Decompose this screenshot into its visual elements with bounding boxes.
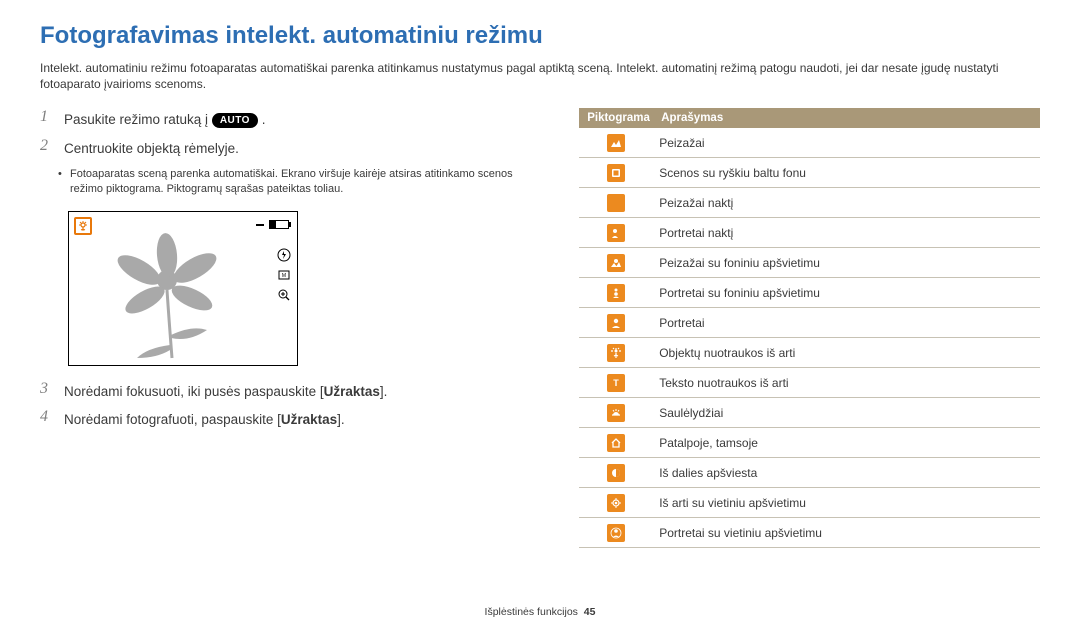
flower-illustration [97,230,247,360]
sunset-icon [607,404,625,422]
left-column: 1 Pasukite režimo ratuką į AUTO . 2 Cent… [40,108,539,548]
backlight-portrait-icon [607,284,625,302]
row-label: Iš arti su vietiniu apšvietimu [653,496,1040,510]
step3-bold: Užraktas [324,384,380,399]
night-land-icon [607,194,625,212]
step3-post: ]. [380,384,388,399]
text-icon: T [607,374,625,392]
camera-lcd-preview: M [68,211,298,366]
zoom-icon [277,288,291,302]
row-label: Patalpoje, tamsoje [653,436,1040,450]
table-row: Portretai su vietiniu apšvietimu [579,518,1040,548]
step4-pre: Norėdami fotografuoti, paspauskite [ [64,412,281,427]
flash-icon [277,248,291,262]
table-row: Peizažai naktį [579,188,1040,218]
footer-section: Išplėstinės funkcijos [485,606,578,618]
step-number-1: 1 [40,108,54,130]
row-label: Portretai [653,316,1040,330]
step-1: 1 Pasukite režimo ratuką į AUTO . [40,108,539,130]
spot-macro-icon [607,494,625,512]
table-row: T Teksto nuotraukos iš arti [579,368,1040,398]
page-title: Fotografavimas intelekt. automatiniu rež… [40,22,1040,50]
night-portrait-icon [607,224,625,242]
row-label: Portretai su vietiniu apšvietimu [653,526,1040,540]
step-number-3: 3 [40,380,54,402]
table-row: Portretai [579,308,1040,338]
row-label: Portretai naktį [653,226,1040,240]
step2-bullet: Fotoaparatas sceną parenka automatiškai.… [40,165,539,205]
step-4: 4 Norėdami fotografuoti, paspauskite [Už… [40,408,539,430]
battery-icon [269,220,289,229]
auto-mode-badge: AUTO [212,113,258,128]
spot-portrait-icon [607,524,625,542]
lcd-side-icons: M [277,248,291,302]
step4-bold: Užraktas [281,412,337,427]
landscape-icon [607,134,625,152]
step-3: 3 Norėdami fokusuoti, iki pusės paspausk… [40,380,539,402]
quality-icon: M [277,268,291,282]
indoor-icon [607,434,625,452]
row-label: Peizažai [653,136,1040,150]
icon-table-header: Piktograma Aprašymas [579,108,1040,128]
step3-pre: Norėdami fokusuoti, iki pusės paspauskit… [64,384,324,399]
step1-text-pre: Pasukite režimo ratuką į [64,112,212,127]
svg-text:M: M [282,273,286,279]
step-2: 2 Centruokite objektą rėmelyje. [40,137,539,159]
intro-paragraph: Intelekt. automatiniu režimu fotoaparata… [40,60,1040,92]
table-row: Saulėlydžiai [579,398,1040,428]
footer-page-number: 45 [584,606,596,618]
table-row: Portretai su foniniu apšvietimu [579,278,1040,308]
row-label: Saulėlydžiai [653,406,1040,420]
step-number-2: 2 [40,137,54,159]
page-footer: Išplėstinės funkcijos 45 [0,606,1080,618]
row-label: Teksto nuotraukos iš arti [653,376,1040,390]
col-header-icon: Piktograma [579,108,653,128]
svg-text:T: T [613,378,619,388]
backlight-land-icon [607,254,625,272]
table-row: Portretai naktį [579,218,1040,248]
step4-post: ]. [337,412,345,427]
step2-text: Centruokite objektą rėmelyje. [64,137,239,159]
table-row: Peizažai su foniniu apšvietimu [579,248,1040,278]
row-label: Peizažai su foniniu apšvietimu [653,256,1040,270]
right-column: Piktograma Aprašymas Peizažai Scenos su r… [579,108,1040,548]
row-label: Portretai su foniniu apšvietimu [653,286,1040,300]
table-row: Iš dalies apšviesta [579,458,1040,488]
row-label: Scenos su ryškiu baltu fonu [653,166,1040,180]
table-row: Peizažai [579,128,1040,158]
table-row: Objektų nuotraukos iš arti [579,338,1040,368]
row-label: Peizažai naktį [653,196,1040,210]
portrait-icon [607,314,625,332]
white-icon [607,164,625,182]
macro-icon [607,344,625,362]
macro-scene-icon [74,217,92,235]
icon-table-body: Peizažai Scenos su ryškiu baltu fonu Peiza… [579,128,1040,548]
col-header-desc: Aprašymas [653,108,1040,128]
table-row: Patalpoje, tamsoje [579,428,1040,458]
step-number-4: 4 [40,408,54,430]
row-label: Objektų nuotraukos iš arti [653,346,1040,360]
table-row: Iš arti su vietiniu apšvietimu [579,488,1040,518]
step1-text-post: . [262,112,266,127]
table-row: Scenos su ryškiu baltu fonu [579,158,1040,188]
row-label: Iš dalies apšviesta [653,466,1040,480]
partial-icon [607,464,625,482]
